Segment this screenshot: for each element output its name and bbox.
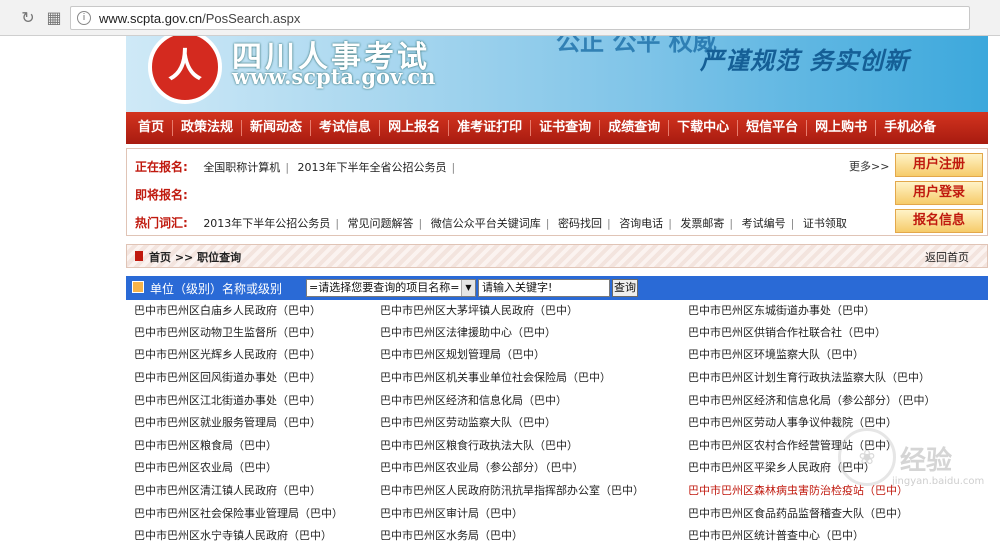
menu-item-admission-print[interactable]: 准考证打印 <box>449 120 532 136</box>
menu-item-certificate[interactable]: 证书查询 <box>531 120 601 136</box>
site-banner: 人 四川人事考试 www.scpta.gov.cn 公正 公平 权威 严谨规范 … <box>126 36 988 112</box>
result-link[interactable]: 巴中市巴州区法律援助中心（巴中） <box>380 322 556 344</box>
result-link[interactable]: 巴中市巴州区光辉乡人民政府（巴中） <box>134 344 321 366</box>
result-link[interactable]: 巴中市巴州区江北街道办事处（巴中） <box>134 390 321 412</box>
result-link[interactable]: 巴中市巴州区水务局（巴中） <box>380 525 523 547</box>
result-link[interactable]: 巴中市巴州区动物卫生监督所（巴中） <box>134 322 321 344</box>
menu-item-exam-info[interactable]: 考试信息 <box>311 120 381 136</box>
hot-word-link[interactable]: 密码找回 <box>558 217 602 230</box>
menu-item-scores[interactable]: 成绩查询 <box>600 120 670 136</box>
info-panel: 正在报名: 全国职称计算机 | 2013年下半年全省公招公务员 | 更多>> 即将报… <box>126 148 988 236</box>
hot-word-link[interactable]: 微信公众平台关键词库 <box>431 217 541 230</box>
breadcrumb: 首页 >> 职位查询 返回首页 <box>126 244 988 268</box>
registration-info-button[interactable]: 报名信息 <box>895 209 983 233</box>
menu-item-home[interactable]: 首页 <box>130 120 174 136</box>
watermark-sub: jingyan.baidu.com <box>892 476 985 487</box>
result-link[interactable]: 巴中市巴州区农业局（巴中） <box>134 457 277 479</box>
menu-item-policy[interactable]: 政策法规 <box>173 120 243 136</box>
hot-word-link[interactable]: 2013年下半年公招公务员 <box>203 217 330 230</box>
upcoming-row: 即将报名: <box>135 188 188 202</box>
menu-item-news[interactable]: 新闻动态 <box>242 120 312 136</box>
result-link[interactable]: 巴中市巴州区大茅坪镇人民政府（巴中） <box>380 300 578 322</box>
more-link[interactable]: 更多>> <box>849 158 889 174</box>
result-link[interactable]: 巴中市巴州区白庙乡人民政府（巴中） <box>134 300 321 322</box>
result-link[interactable]: 巴中市巴州区环境监察大队（巴中） <box>688 344 864 366</box>
page-info-icon[interactable]: i <box>77 11 91 25</box>
hot-word-link[interactable]: 咨询电话 <box>619 217 663 230</box>
result-link[interactable]: 巴中市巴州区劳动监察大队（巴中） <box>380 412 556 434</box>
result-link[interactable]: 巴中市巴州区回风街道办事处（巴中） <box>134 367 321 389</box>
menu-item-mobile[interactable]: 手机必备 <box>876 120 944 136</box>
registering-link[interactable]: 全国职称计算机 <box>203 161 280 174</box>
registering-row: 正在报名: 全国职称计算机 | 2013年下半年全省公招公务员 | <box>135 160 456 174</box>
main-menu: 首页 政策法规 新闻动态 考试信息 网上报名 准考证打印 证书查询 成绩查询 下… <box>126 112 988 144</box>
results-table: 巴中市巴州区白庙乡人民政府（巴中） 巴中市巴州区大茅坪镇人民政府（巴中） 巴中市… <box>126 300 988 543</box>
menu-item-books[interactable]: 网上购书 <box>807 120 877 136</box>
address-bar[interactable]: i www.scpta.gov.cn/PosSearch.aspx <box>70 6 970 30</box>
result-link[interactable]: 巴中市巴州区经济和信息化局（巴中） <box>380 390 567 412</box>
result-link[interactable]: 巴中市巴州区供销合作社联合社（巴中） <box>688 322 886 344</box>
search-label: 单位（级别）名称或级别 <box>150 282 283 296</box>
site-logo-icon: 人 <box>148 36 222 104</box>
result-link[interactable]: 巴中市巴州区审计局（巴中） <box>380 503 523 525</box>
slogan-top: 公正 公平 权威 <box>556 36 717 56</box>
reload-icon[interactable]: ↻ <box>18 8 38 28</box>
breadcrumb-path[interactable]: 首页 >> 职位查询 <box>149 249 241 265</box>
result-link[interactable]: 巴中市巴州区东城街道办事处（巴中） <box>688 300 875 322</box>
result-link[interactable]: 巴中市巴州区社会保险事业管理局（巴中） <box>134 503 343 525</box>
keyword-input[interactable]: 请输入关键字! <box>478 279 610 297</box>
result-link[interactable]: 巴中市巴州区就业服务管理局（巴中） <box>134 412 321 434</box>
apps-grid-icon[interactable]: ▦ <box>44 8 64 28</box>
hot-word-link[interactable]: 发票邮寄 <box>680 217 724 230</box>
watermark-paw-icon: ❀ <box>838 428 896 486</box>
result-link[interactable]: 巴中市巴州区水宁寺镇人民政府（巴中） <box>134 525 332 547</box>
back-home-link[interactable]: 返回首页 <box>925 249 969 265</box>
menu-item-sms[interactable]: 短信平台 <box>738 120 808 136</box>
user-register-button[interactable]: 用户注册 <box>895 153 983 177</box>
result-link[interactable]: 巴中市巴州区计划生育行政执法监察大队（巴中） <box>688 367 930 389</box>
result-link[interactable]: 巴中市巴州区机关事业单位社会保险局（巴中） <box>380 367 611 389</box>
hot-word-link[interactable]: 证书领取 <box>803 217 847 230</box>
result-link[interactable]: 巴中市巴州区粮食行政执法大队（巴中） <box>380 435 578 457</box>
url-text: www.scpta.gov.cn/PosSearch.aspx <box>99 11 301 26</box>
registering-link[interactable]: 2013年下半年全省公招公务员 <box>298 161 447 174</box>
home-marker-icon <box>135 251 143 261</box>
watermark-text: 经验 <box>900 446 953 476</box>
slogan: 严谨规范 务实创新 <box>700 47 910 75</box>
result-link[interactable]: 巴中市巴州区人民政府防汛抗旱指挥部办公室（巴中） <box>380 480 644 502</box>
result-link[interactable]: 巴中市巴州区规划管理局（巴中） <box>380 344 545 366</box>
menu-item-downloads[interactable]: 下载中心 <box>669 120 739 136</box>
result-link[interactable]: 巴中市巴州区统计普查中心（巴中） <box>688 525 864 547</box>
menu-item-online-register[interactable]: 网上报名 <box>380 120 450 136</box>
search-category-select[interactable]: =请选择您要查询的项目名称= ▼ <box>306 279 476 297</box>
result-link[interactable]: 巴中市巴州区经济和信息化局（参公部分）（巴中） <box>688 390 936 412</box>
user-login-button[interactable]: 用户登录 <box>895 181 983 205</box>
hot-word-link[interactable]: 考试编号 <box>742 217 786 230</box>
search-button[interactable]: 查询 <box>612 279 638 297</box>
search-bar: 单位（级别）名称或级别 =请选择您要查询的项目名称= ▼ 请输入关键字! 查询 <box>126 276 988 300</box>
checkbox-icon <box>132 281 144 293</box>
result-link[interactable]: 巴中市巴州区农业局（参公部分）（巴中） <box>380 457 584 479</box>
hot-words-row: 热门词汇: 2013年下半年公招公务员 | 常见问题解答 | 微信公众平台关键词库 |… <box>135 216 847 230</box>
site-domain: www.scpta.gov.cn <box>232 64 436 89</box>
chevron-down-icon[interactable]: ▼ <box>461 280 475 296</box>
browser-toolbar: ↻ ▦ i www.scpta.gov.cn/PosSearch.aspx <box>0 0 1000 36</box>
result-link[interactable]: 巴中市巴州区粮食局（巴中） <box>134 435 277 457</box>
result-link[interactable]: 巴中市巴州区清江镇人民政府（巴中） <box>134 480 321 502</box>
result-link[interactable]: 巴中市巴州区食品药品监督稽查大队（巴中） <box>688 503 908 525</box>
hot-word-link[interactable]: 常见问题解答 <box>348 217 414 230</box>
